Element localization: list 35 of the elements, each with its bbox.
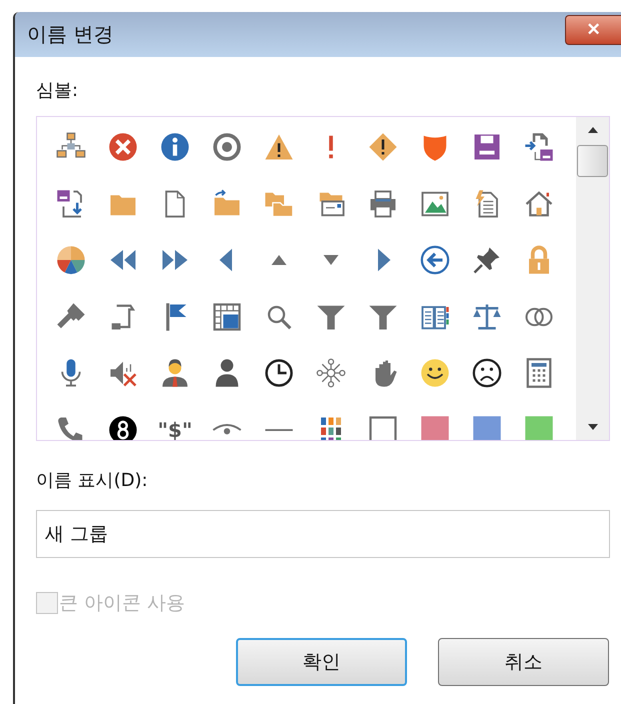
dollar-symbol[interactable]: "$" (158, 414, 192, 440)
sad-face-icon[interactable] (472, 358, 502, 388)
ok-button[interactable]: 확인 (236, 638, 407, 686)
scroll-up-icon[interactable] (588, 127, 598, 133)
warning-icon[interactable] (264, 132, 294, 162)
info-icon[interactable] (160, 132, 190, 162)
businessman-icon[interactable] (160, 358, 190, 388)
diamond-warning-icon[interactable] (368, 132, 398, 162)
checkbox-label: 큰 아이콘 사용 (59, 591, 186, 616)
scrollbar[interactable] (576, 117, 609, 440)
symbol-label: 심볼: (36, 79, 80, 102)
pie-chart-icon[interactable] (56, 245, 86, 275)
clock-icon[interactable] (264, 358, 294, 388)
printer-icon[interactable] (368, 188, 398, 218)
scroll-down-icon[interactable] (588, 424, 598, 430)
file-transfer-icon[interactable] (524, 132, 554, 162)
home-icon[interactable] (524, 188, 554, 218)
network-icon[interactable] (316, 358, 346, 388)
display-name-field[interactable]: 새 그룹 (36, 510, 610, 558)
cancel-button[interactable]: 취소 (438, 638, 609, 686)
square-outline-icon[interactable] (368, 414, 398, 440)
display-name-label: 이름 표시(D): (36, 469, 149, 492)
symbol-list[interactable]: "$" (36, 116, 610, 441)
calculator-icon[interactable] (524, 358, 554, 388)
scales-icon[interactable] (472, 302, 502, 332)
back-arrow-circle-icon[interactable] (420, 245, 450, 275)
scrollbar-thumb[interactable] (577, 145, 608, 177)
error-icon[interactable] (108, 132, 138, 162)
folder-move-icon[interactable] (212, 188, 242, 218)
save-icon[interactable] (472, 132, 502, 162)
table-icon[interactable] (212, 302, 242, 332)
window-title: 이름 변경 (27, 21, 114, 48)
target-icon[interactable] (212, 132, 242, 162)
pin-icon[interactable] (472, 245, 502, 275)
smiley-icon[interactable] (420, 358, 450, 388)
